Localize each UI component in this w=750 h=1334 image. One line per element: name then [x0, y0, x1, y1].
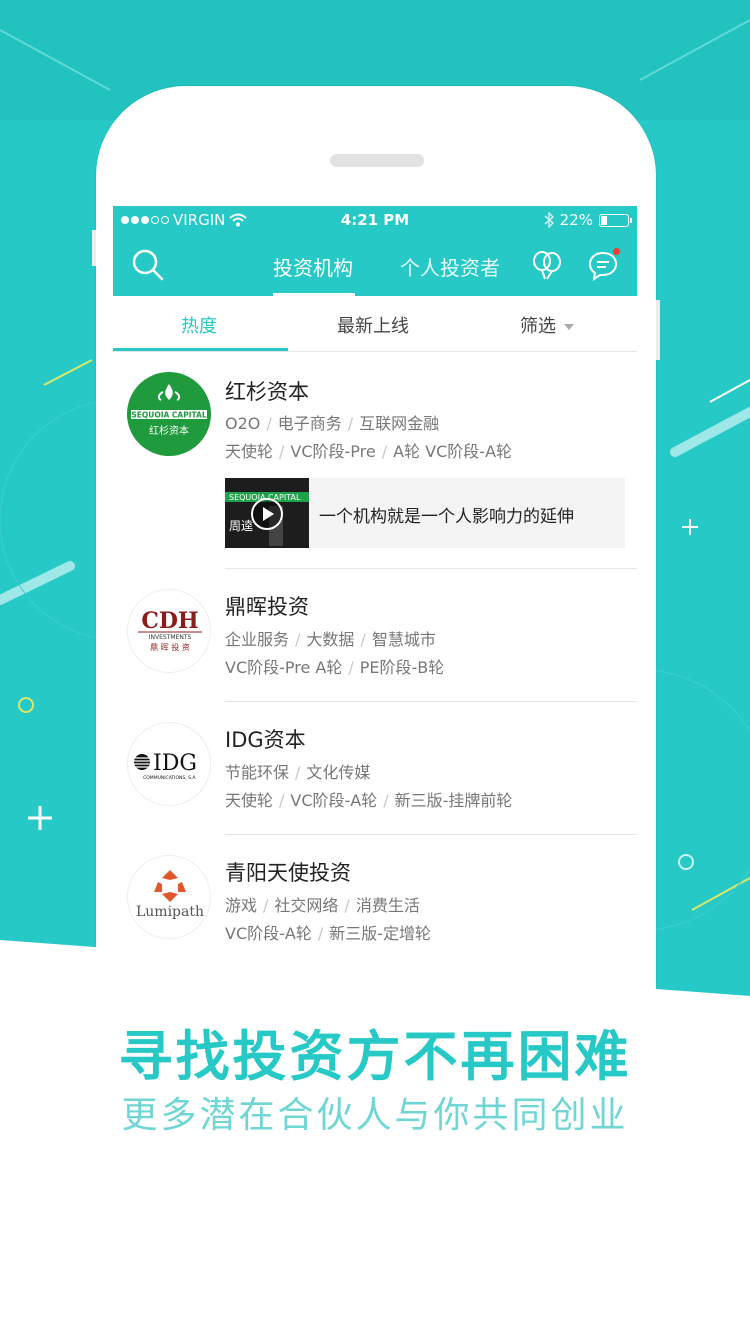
promo-subline: 更多潜在合伙人与你共同创业 — [121, 1095, 629, 1136]
promo-headline: 寻找投资方不再困难 — [118, 1025, 632, 1088]
